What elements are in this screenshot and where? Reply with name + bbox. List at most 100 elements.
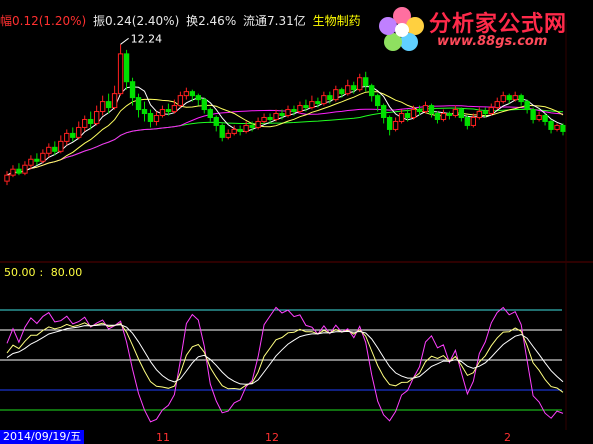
candle-body (386, 117, 393, 130)
candle-body (58, 140, 64, 152)
candle-body (536, 115, 542, 120)
candle-body (560, 124, 566, 132)
x-tick-feb: 2 (504, 431, 511, 444)
candle-body (34, 158, 40, 162)
candle-body (249, 124, 255, 128)
info-bar: 幅0.12(1.20%) 振0.24(2.40%) 换2.46% 流通7.31亿… (0, 12, 364, 29)
candle-body (554, 124, 560, 130)
candle-body (440, 113, 447, 120)
indicator-param-high: 80.00 (50, 266, 83, 279)
candle-body (237, 128, 243, 132)
candle-body (183, 91, 190, 97)
candle-body (93, 111, 100, 124)
candle-body (147, 113, 154, 122)
candle-body (470, 117, 477, 126)
candle-body (351, 85, 357, 91)
candle-body (482, 111, 488, 115)
candle-body (135, 97, 142, 111)
candle-body (46, 146, 52, 154)
candle-body (213, 117, 219, 126)
candle-body (10, 168, 16, 176)
candle-body (380, 105, 387, 119)
candle-body (279, 113, 285, 117)
candle-body (494, 101, 500, 109)
candle-body (297, 105, 303, 113)
candle-body (40, 152, 46, 162)
candle-body (291, 109, 297, 113)
candle-body (153, 115, 160, 122)
amplitude-text: 幅0.12(1.20%) (0, 14, 87, 28)
candle-body (177, 95, 184, 107)
candle-body (52, 146, 58, 152)
candle-body (309, 101, 315, 109)
candle-body (231, 128, 237, 134)
swing-text: 振0.24(2.40%) (93, 14, 180, 28)
candle-body (518, 95, 524, 103)
candle-body (464, 117, 471, 126)
candle-body (363, 77, 369, 87)
flower-logo-icon (379, 7, 424, 51)
ma10-line (6, 91, 564, 176)
stock-chart-window: 12.24 幅0.12(1.20%) 振0.24(2.40%) 换2.46% 流… (0, 0, 593, 444)
candle-body (548, 120, 554, 130)
site-logo: 分析家公式网 www.88gs.com (377, 4, 587, 56)
candle-body (129, 81, 136, 99)
candle-body (201, 99, 207, 111)
candle-body (392, 120, 399, 130)
candle-body (506, 95, 512, 101)
candle-body (345, 85, 351, 95)
candle-body (327, 95, 333, 101)
indicator-params: 50.00: 80.00 (4, 266, 83, 279)
candle-body (273, 113, 279, 120)
candle-body (261, 117, 267, 122)
candle-body (105, 101, 112, 109)
chart-canvas[interactable]: 12.24 (0, 0, 593, 444)
candle-body (374, 95, 381, 107)
candle-body (219, 124, 225, 138)
candle-body (22, 164, 28, 174)
candle-body (542, 115, 548, 122)
candle-body (422, 105, 429, 113)
sector-text: 生物制药 (312, 14, 361, 28)
candle-body (267, 117, 273, 120)
candle-body (458, 109, 465, 119)
indicator-param-low: 50.00 (4, 266, 36, 279)
candle-body (189, 91, 196, 97)
candle-body (99, 101, 106, 113)
candle-body (512, 95, 518, 101)
candle-body (243, 124, 249, 132)
candle-body (28, 158, 34, 166)
candle-body (524, 101, 530, 111)
candle-body (82, 118, 88, 128)
candle-body (357, 77, 363, 91)
candle-body (159, 109, 166, 117)
candle-body (123, 53, 130, 83)
candle-body (446, 113, 453, 117)
candle-body (76, 126, 82, 138)
candle-body (225, 132, 231, 138)
candle-body (195, 95, 201, 101)
candle-body (117, 53, 124, 95)
candle-body (207, 109, 213, 119)
candle-body (321, 95, 327, 105)
candle-body (339, 89, 345, 95)
candle-body (369, 85, 375, 97)
candle-body (428, 105, 435, 115)
candle-body (500, 95, 506, 103)
candle-body (410, 109, 417, 119)
candle-body (398, 113, 405, 122)
x-tick-nov: 11 (156, 431, 170, 444)
high-pointer (120, 37, 129, 45)
candle-body (4, 174, 10, 182)
logo-url: www.88gs.com (437, 34, 548, 49)
candle-body (315, 101, 321, 105)
ma5-line (6, 85, 564, 176)
candle-body (476, 111, 482, 118)
turnover-text: 换2.46% (186, 14, 237, 28)
candle-body (255, 120, 261, 128)
candle-body (111, 93, 118, 109)
candle-body (333, 89, 339, 101)
candle-body (530, 109, 536, 120)
x-tick-dec: 12 (265, 431, 279, 444)
candle-body (404, 113, 411, 119)
